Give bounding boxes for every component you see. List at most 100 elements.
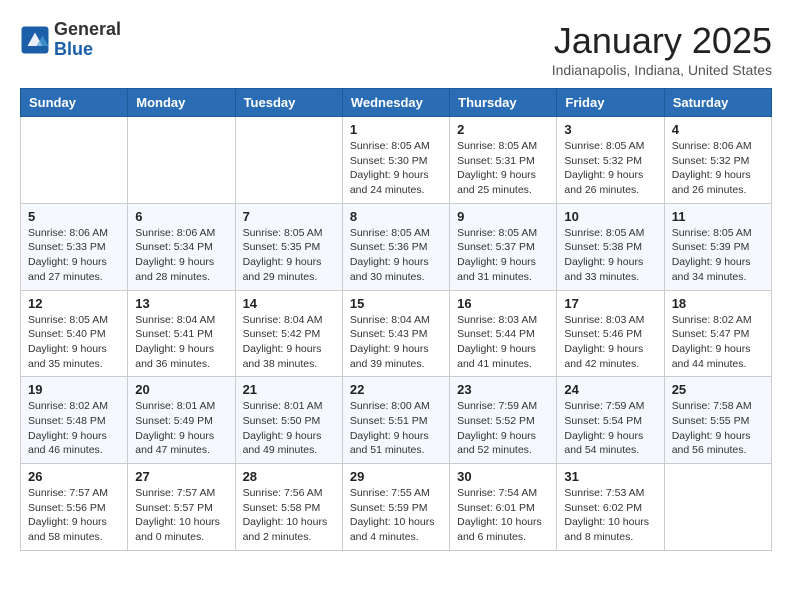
location: Indianapolis, Indiana, United States	[552, 62, 772, 78]
day-info: Sunrise: 8:03 AMSunset: 5:44 PMDaylight:…	[457, 313, 549, 372]
weekday-header-tuesday: Tuesday	[235, 89, 342, 117]
day-info: Sunrise: 8:05 AMSunset: 5:32 PMDaylight:…	[564, 139, 656, 198]
calendar-cell: 18 Sunrise: 8:02 AMSunset: 5:47 PMDayligh…	[664, 290, 771, 377]
day-info: Sunrise: 8:05 AMSunset: 5:38 PMDaylight:…	[564, 226, 656, 285]
day-number: 12	[28, 296, 120, 311]
calendar-cell: 22 Sunrise: 8:00 AMSunset: 5:51 PMDayligh…	[342, 377, 449, 464]
calendar-cell: 3 Sunrise: 8:05 AMSunset: 5:32 PMDaylight…	[557, 117, 664, 204]
calendar-cell	[21, 117, 128, 204]
day-number: 29	[350, 469, 442, 484]
calendar: SundayMondayTuesdayWednesdayThursdayFrid…	[20, 88, 772, 551]
day-info: Sunrise: 8:01 AMSunset: 5:50 PMDaylight:…	[243, 399, 335, 458]
weekday-header-row: SundayMondayTuesdayWednesdayThursdayFrid…	[21, 89, 772, 117]
day-number: 20	[135, 382, 227, 397]
calendar-cell: 23 Sunrise: 7:59 AMSunset: 5:52 PMDayligh…	[450, 377, 557, 464]
day-number: 8	[350, 209, 442, 224]
day-number: 28	[243, 469, 335, 484]
day-number: 19	[28, 382, 120, 397]
weekday-header-thursday: Thursday	[450, 89, 557, 117]
logo-text: General Blue	[54, 20, 121, 60]
day-number: 9	[457, 209, 549, 224]
calendar-cell: 16 Sunrise: 8:03 AMSunset: 5:44 PMDayligh…	[450, 290, 557, 377]
calendar-cell: 11Sunrise: 8:05 AMSunset: 5:39 PMDayligh…	[664, 203, 771, 290]
day-info: Sunrise: 7:57 AMSunset: 5:57 PMDaylight:…	[135, 486, 227, 545]
day-info: Sunrise: 7:56 AMSunset: 5:58 PMDaylight:…	[243, 486, 335, 545]
calendar-cell: 14Sunrise: 8:04 AMSunset: 5:42 PMDayligh…	[235, 290, 342, 377]
weekday-header-sunday: Sunday	[21, 89, 128, 117]
logo-general: General	[54, 20, 121, 40]
month-title: January 2025	[552, 20, 772, 62]
calendar-cell: 24Sunrise: 7:59 AMSunset: 5:54 PMDayligh…	[557, 377, 664, 464]
day-number: 27	[135, 469, 227, 484]
day-number: 3	[564, 122, 656, 137]
day-number: 25	[672, 382, 764, 397]
calendar-cell: 20Sunrise: 8:01 AMSunset: 5:49 PMDayligh…	[128, 377, 235, 464]
calendar-cell: 8 Sunrise: 8:05 AMSunset: 5:36 PMDaylight…	[342, 203, 449, 290]
calendar-cell: 31 Sunrise: 7:53 AMSunset: 6:02 PMDayligh…	[557, 464, 664, 551]
week-row-5: 26Sunrise: 7:57 AMSunset: 5:56 PMDayligh…	[21, 464, 772, 551]
week-row-4: 19Sunrise: 8:02 AMSunset: 5:48 PMDayligh…	[21, 377, 772, 464]
day-number: 21	[243, 382, 335, 397]
title-block: January 2025 Indianapolis, Indiana, Unit…	[552, 20, 772, 78]
day-info: Sunrise: 8:05 AMSunset: 5:37 PMDaylight:…	[457, 226, 549, 285]
day-info: Sunrise: 8:03 AMSunset: 5:46 PMDaylight:…	[564, 313, 656, 372]
day-number: 23	[457, 382, 549, 397]
calendar-cell: 2Sunrise: 8:05 AMSunset: 5:31 PMDaylight…	[450, 117, 557, 204]
day-info: Sunrise: 8:05 AMSunset: 5:36 PMDaylight:…	[350, 226, 442, 285]
day-info: Sunrise: 7:55 AMSunset: 5:59 PMDaylight:…	[350, 486, 442, 545]
calendar-cell: 29 Sunrise: 7:55 AMSunset: 5:59 PMDayligh…	[342, 464, 449, 551]
day-number: 30	[457, 469, 549, 484]
day-number: 14	[243, 296, 335, 311]
day-number: 5	[28, 209, 120, 224]
day-number: 1	[350, 122, 442, 137]
weekday-header-monday: Monday	[128, 89, 235, 117]
day-number: 15	[350, 296, 442, 311]
day-info: Sunrise: 7:59 AMSunset: 5:52 PMDaylight:…	[457, 399, 549, 458]
day-info: Sunrise: 8:06 AMSunset: 5:32 PMDaylight:…	[672, 139, 764, 198]
day-number: 4	[672, 122, 764, 137]
weekday-header-friday: Friday	[557, 89, 664, 117]
calendar-cell: 1 Sunrise: 8:05 AMSunset: 5:30 PMDaylight…	[342, 117, 449, 204]
calendar-cell: 4 Sunrise: 8:06 AMSunset: 5:32 PMDaylight…	[664, 117, 771, 204]
calendar-cell	[235, 117, 342, 204]
day-number: 18	[672, 296, 764, 311]
day-info: Sunrise: 8:06 AMSunset: 5:33 PMDaylight:…	[28, 226, 120, 285]
day-number: 10	[564, 209, 656, 224]
calendar-cell: 13Sunrise: 8:04 AMSunset: 5:41 PMDayligh…	[128, 290, 235, 377]
day-number: 24	[564, 382, 656, 397]
day-number: 11	[672, 209, 764, 224]
day-info: Sunrise: 8:05 AMSunset: 5:35 PMDaylight:…	[243, 226, 335, 285]
day-number: 17	[564, 296, 656, 311]
calendar-cell: 15Sunrise: 8:04 AMSunset: 5:43 PMDayligh…	[342, 290, 449, 377]
calendar-cell: 9 Sunrise: 8:05 AMSunset: 5:37 PMDaylight…	[450, 203, 557, 290]
logo-blue: Blue	[54, 40, 121, 60]
weekday-header-wednesday: Wednesday	[342, 89, 449, 117]
day-info: Sunrise: 8:06 AMSunset: 5:34 PMDaylight:…	[135, 226, 227, 285]
logo: General Blue	[20, 20, 121, 60]
calendar-cell	[664, 464, 771, 551]
calendar-cell: 30Sunrise: 7:54 AMSunset: 6:01 PMDayligh…	[450, 464, 557, 551]
calendar-cell: 19Sunrise: 8:02 AMSunset: 5:48 PMDayligh…	[21, 377, 128, 464]
day-info: Sunrise: 8:00 AMSunset: 5:51 PMDaylight:…	[350, 399, 442, 458]
day-info: Sunrise: 7:58 AMSunset: 5:55 PMDaylight:…	[672, 399, 764, 458]
calendar-cell: 21 Sunrise: 8:01 AMSunset: 5:50 PMDayligh…	[235, 377, 342, 464]
calendar-cell: 10 Sunrise: 8:05 AMSunset: 5:38 PMDayligh…	[557, 203, 664, 290]
week-row-1: 1 Sunrise: 8:05 AMSunset: 5:30 PMDaylight…	[21, 117, 772, 204]
logo-icon	[20, 25, 50, 55]
day-info: Sunrise: 8:05 AMSunset: 5:40 PMDaylight:…	[28, 313, 120, 372]
weekday-header-saturday: Saturday	[664, 89, 771, 117]
day-number: 16	[457, 296, 549, 311]
day-info: Sunrise: 7:53 AMSunset: 6:02 PMDaylight:…	[564, 486, 656, 545]
calendar-cell	[128, 117, 235, 204]
calendar-cell: 17 Sunrise: 8:03 AMSunset: 5:46 PMDayligh…	[557, 290, 664, 377]
day-number: 6	[135, 209, 227, 224]
week-row-3: 12 Sunrise: 8:05 AMSunset: 5:40 PMDayligh…	[21, 290, 772, 377]
day-number: 26	[28, 469, 120, 484]
day-info: Sunrise: 8:05 AMSunset: 5:30 PMDaylight:…	[350, 139, 442, 198]
calendar-cell: 25 Sunrise: 7:58 AMSunset: 5:55 PMDayligh…	[664, 377, 771, 464]
day-info: Sunrise: 8:04 AMSunset: 5:41 PMDaylight:…	[135, 313, 227, 372]
day-number: 2	[457, 122, 549, 137]
day-number: 31	[564, 469, 656, 484]
day-info: Sunrise: 8:02 AMSunset: 5:47 PMDaylight:…	[672, 313, 764, 372]
day-number: 22	[350, 382, 442, 397]
